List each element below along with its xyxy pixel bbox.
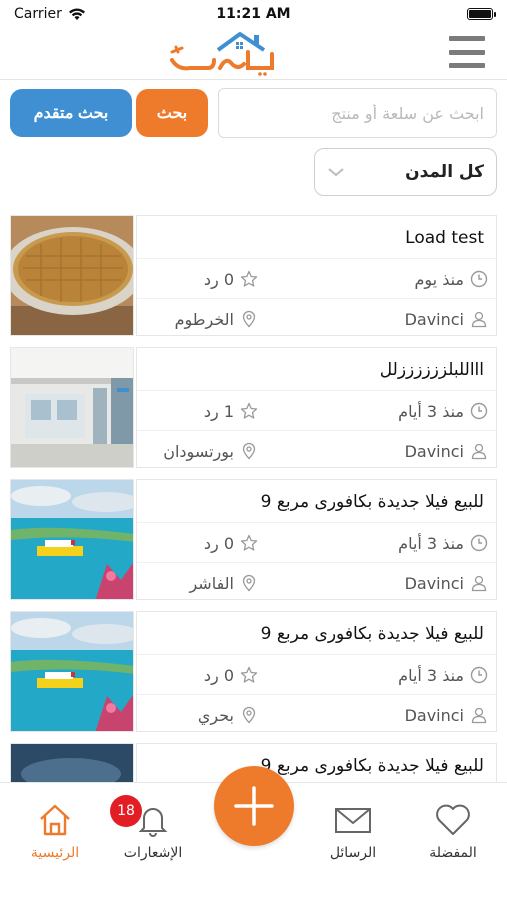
star-icon	[240, 270, 258, 287]
listing-replies: 0 رد	[204, 655, 258, 695]
advanced-search-button[interactable]: بحث متقدم	[10, 89, 132, 137]
user-icon	[471, 575, 487, 592]
listing-info: اااللبلززززززلل منذ 3 أيام 1 رد Davinci …	[136, 347, 497, 468]
chevron-down-icon	[328, 168, 344, 177]
listing-user: Davinci	[405, 299, 488, 339]
plus-icon	[234, 786, 274, 826]
app-header	[0, 28, 507, 80]
listings-list: Load test منذ يوم 0 رد Davinci الخرطوم ا…	[10, 215, 497, 782]
listing-thumbnail	[10, 479, 134, 600]
add-listing-button[interactable]	[214, 766, 294, 846]
hamburger-icon	[449, 36, 485, 41]
listing-replies: 0 رد	[204, 523, 258, 563]
search-input[interactable]	[218, 88, 497, 138]
user-icon	[471, 311, 487, 328]
listing-time: منذ يوم	[414, 259, 488, 299]
app-logo	[168, 30, 278, 76]
listing-card[interactable]: للبيع فيلا جديدة بكافورى مربع 9 منذ 3 أي…	[10, 479, 497, 600]
star-icon	[240, 666, 258, 683]
tab-messages[interactable]: الرسائل	[308, 803, 398, 873]
listing-info: للبيع فيلا جديدة بكافورى مربع 9 منذ 3 أي…	[136, 611, 497, 732]
listing-city: الخرطوم	[175, 299, 258, 339]
listing-user: Davinci	[405, 695, 488, 735]
listing-card[interactable]: اااللبلززززززلل منذ 3 أيام 1 رد Davinci …	[10, 347, 497, 468]
listing-time: منذ 3 أيام	[398, 523, 488, 563]
status-bar: Carrier 11:21 AM	[0, 0, 507, 28]
search-button[interactable]: بحث	[136, 89, 208, 137]
battery-icon	[467, 8, 496, 20]
mail-icon	[335, 808, 371, 833]
clock-icon	[470, 270, 488, 288]
listing-card[interactable]: للبيع فيلا جديدة بكافورى مربع 9 منذ 3 أي…	[10, 611, 497, 732]
status-time: 11:21 AM	[216, 6, 291, 22]
home-icon	[40, 804, 70, 836]
star-icon	[240, 534, 258, 551]
clock-icon	[470, 534, 488, 552]
star-icon	[240, 402, 258, 419]
listing-info: Load test منذ يوم 0 رد Davinci الخرطوم	[136, 215, 497, 336]
hamburger-menu-button[interactable]	[449, 36, 485, 68]
listing-replies: 0 رد	[204, 259, 258, 299]
user-icon	[471, 707, 487, 724]
listing-info: للبيع فيلا جديدة بكافورى مربع 9	[136, 743, 497, 782]
listing-title: اااللبلززززززلل	[379, 360, 484, 380]
heart-icon	[436, 804, 470, 835]
listing-city: بورتسودان	[163, 431, 258, 471]
listing-user: Davinci	[405, 563, 488, 603]
search-bar: بحث متقدم بحث	[10, 88, 497, 140]
location-pin-icon	[242, 310, 256, 328]
city-select-value: كل المدن	[405, 162, 484, 182]
listing-user: Davinci	[405, 431, 488, 471]
notifications-count-badge: 18	[110, 795, 142, 827]
user-icon	[471, 443, 487, 460]
tab-favorites[interactable]: المفضلة	[408, 803, 498, 873]
location-pin-icon	[242, 442, 256, 460]
listing-title: للبيع فيلا جديدة بكافورى مربع 9	[260, 756, 484, 776]
listing-title: للبيع فيلا جديدة بكافورى مربع 9	[260, 624, 484, 644]
listing-info: للبيع فيلا جديدة بكافورى مربع 9 منذ 3 أي…	[136, 479, 497, 600]
listing-thumbnail	[10, 611, 134, 732]
location-pin-icon	[242, 574, 256, 592]
listing-thumbnail	[10, 347, 134, 468]
location-pin-icon	[242, 706, 256, 724]
listing-time: منذ 3 أيام	[398, 391, 488, 431]
listing-city: الفاشر	[189, 563, 258, 603]
tab-home[interactable]: الرئيسية	[10, 803, 100, 873]
listing-time: منذ 3 أيام	[398, 655, 488, 695]
listing-replies: 1 رد	[204, 391, 258, 431]
listing-title: Load test	[405, 228, 484, 248]
listing-title: للبيع فيلا جديدة بكافورى مربع 9	[260, 492, 484, 512]
clock-icon	[470, 666, 488, 684]
clock-icon	[470, 402, 488, 420]
listing-card[interactable]: Load test منذ يوم 0 رد Davinci الخرطوم	[10, 215, 497, 336]
listing-thumbnail	[10, 215, 134, 336]
city-select[interactable]: كل المدن	[314, 148, 497, 196]
listing-city: بحري	[198, 695, 258, 735]
listing-thumbnail	[10, 743, 134, 782]
